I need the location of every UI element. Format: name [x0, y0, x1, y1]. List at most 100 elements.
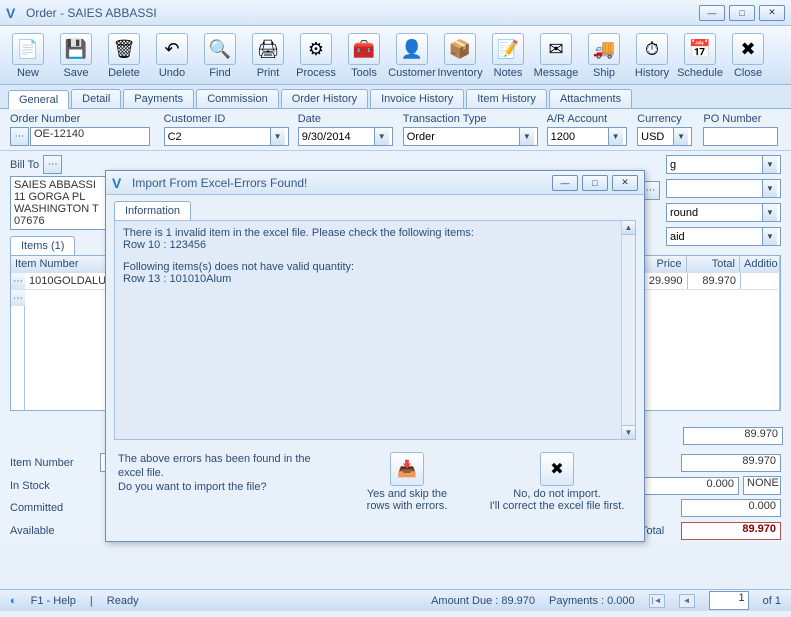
- schedule-button[interactable]: 📅Schedule: [676, 30, 724, 84]
- chevron-down-icon[interactable]: ▼: [608, 128, 623, 145]
- notes-button[interactable]: 📝Notes: [484, 30, 532, 84]
- page-input[interactable]: 1: [709, 591, 749, 610]
- dialog-close[interactable]: ✕: [612, 175, 638, 191]
- cell-item: 1010GOLDALU: [25, 273, 116, 289]
- customer-id-select[interactable]: C2▼: [164, 127, 289, 146]
- dialog-minimize[interactable]: —: [552, 175, 578, 191]
- dialog-tab-information[interactable]: Information: [114, 201, 191, 220]
- help-hint: F1 - Help: [31, 595, 76, 607]
- summary-c: 0.000: [681, 499, 781, 517]
- chevron-down-icon[interactable]: ▼: [519, 128, 534, 145]
- delete-button[interactable]: 🗑Delete: [100, 30, 148, 84]
- currency-select[interactable]: USD▼: [637, 127, 692, 146]
- notes-icon: 📝: [492, 33, 524, 65]
- col-total[interactable]: Total: [687, 256, 740, 272]
- message-icon: ✉: [540, 33, 572, 65]
- dialog-foot-msg2: Do you want to import the file?: [118, 480, 332, 494]
- partial-select-3[interactable]: round▼: [666, 203, 781, 222]
- dialog-body: There is 1 invalid item in the excel fil…: [114, 220, 636, 440]
- message-button[interactable]: ✉Message: [532, 30, 580, 84]
- chevron-down-icon[interactable]: ▼: [374, 128, 389, 145]
- page-prev[interactable]: ◄: [679, 594, 695, 608]
- partial-select-4[interactable]: aid▼: [666, 227, 781, 246]
- app-icon: V: [112, 175, 128, 191]
- print-icon: 🖨: [252, 33, 284, 65]
- dialog-foot-msg1: The above errors has been found in the e…: [118, 452, 332, 480]
- tab-invoice-history[interactable]: Invoice History: [370, 89, 464, 108]
- close-button[interactable]: ✕: [759, 5, 785, 21]
- page-of: of 1: [763, 595, 781, 607]
- items-tab[interactable]: Items (1): [10, 236, 75, 255]
- partial-select-2[interactable]: ▼: [666, 179, 781, 198]
- trans-type-label: Transaction Type: [403, 113, 539, 125]
- import-no-button[interactable]: ✖ No, do not import. I'll correct the ex…: [482, 452, 632, 512]
- tab-order-history[interactable]: Order History: [281, 89, 368, 108]
- undo-button[interactable]: ↶Undo: [148, 30, 196, 84]
- chevron-down-icon[interactable]: ▼: [762, 180, 777, 197]
- import-yes-icon: 📥: [390, 452, 424, 486]
- chevron-down-icon[interactable]: ▼: [673, 128, 688, 145]
- po-number-input[interactable]: [703, 127, 778, 146]
- order-number-lookup[interactable]: ⋯: [10, 127, 29, 146]
- available-label: Available: [10, 525, 100, 537]
- tab-attachments[interactable]: Attachments: [549, 89, 632, 108]
- close-button[interactable]: ✖Close: [724, 30, 772, 84]
- print-button[interactable]: 🖨Print: [244, 30, 292, 84]
- customer-id-label: Customer ID: [164, 113, 290, 125]
- find-icon: 🔍: [204, 33, 236, 65]
- trans-type-select[interactable]: Order▼: [403, 127, 538, 146]
- tab-commission[interactable]: Commission: [196, 89, 279, 108]
- committed-label: Committed: [10, 502, 100, 514]
- main-tabs: GeneralDetailPaymentsCommissionOrder His…: [0, 85, 791, 109]
- col-price[interactable]: Price: [638, 256, 687, 272]
- tab-payments[interactable]: Payments: [123, 89, 194, 108]
- new-button[interactable]: 📄New: [4, 30, 52, 84]
- maximize-button[interactable]: □: [729, 5, 755, 21]
- tools-button[interactable]: 🧰Tools: [340, 30, 388, 84]
- order-number-input[interactable]: OE-12140: [30, 127, 150, 146]
- scroll-down[interactable]: ▼: [622, 425, 635, 439]
- ship-icon: 🚚: [588, 33, 620, 65]
- dialog-maximize[interactable]: □: [582, 175, 608, 191]
- find-button[interactable]: 🔍Find: [196, 30, 244, 84]
- process-button[interactable]: ⚙Process: [292, 30, 340, 84]
- undo-icon: ↶: [156, 33, 188, 65]
- scroll-up[interactable]: ▲: [622, 221, 635, 235]
- tab-item-history[interactable]: Item History: [466, 89, 547, 108]
- dialog-scrollbar[interactable]: ▲ ▼: [621, 221, 635, 439]
- total-label: Total: [641, 525, 681, 537]
- save-button[interactable]: 💾Save: [52, 30, 100, 84]
- date-label: Date: [298, 113, 395, 125]
- customer-button[interactable]: 👤Customer: [388, 30, 436, 84]
- tab-detail[interactable]: Detail: [71, 89, 121, 108]
- minimize-button[interactable]: —: [699, 5, 725, 21]
- amount-due: Amount Due : 89.970: [431, 595, 535, 607]
- page-first[interactable]: |◄: [649, 594, 665, 608]
- process-icon: ⚙: [300, 33, 332, 65]
- bill-to-lookup[interactable]: ⋯: [43, 155, 62, 174]
- chevron-down-icon[interactable]: ▼: [762, 156, 777, 173]
- app-icon: V: [6, 5, 22, 21]
- bill-to-label: Bill To: [10, 159, 39, 171]
- summary-a: 89.970: [681, 454, 781, 472]
- import-yes-button[interactable]: 📥 Yes and skip the rows with errors.: [332, 452, 482, 512]
- po-number-label: PO Number: [703, 113, 781, 125]
- summary-b: 0.000: [639, 477, 739, 495]
- chevron-down-icon[interactable]: ▼: [762, 204, 777, 221]
- cell-price: 29.990: [639, 273, 688, 289]
- history-button[interactable]: ⏱History: [628, 30, 676, 84]
- chevron-down-icon[interactable]: ▼: [762, 228, 777, 245]
- tab-general[interactable]: General: [8, 90, 69, 109]
- row-lookup[interactable]: ⋯: [11, 273, 25, 289]
- col-additional[interactable]: Additio: [740, 256, 780, 272]
- partial-select-1[interactable]: g▼: [666, 155, 781, 174]
- ship-button[interactable]: 🚚Ship: [580, 30, 628, 84]
- ar-account-select[interactable]: 1200▼: [547, 127, 627, 146]
- col-item-number[interactable]: Item Number: [11, 256, 116, 272]
- summary-b-unit[interactable]: NONE: [743, 476, 781, 495]
- date-select[interactable]: 9/30/2014▼: [298, 127, 393, 146]
- row-lookup[interactable]: ⋯: [11, 290, 25, 306]
- inventory-button[interactable]: 📦Inventory: [436, 30, 484, 84]
- chevron-down-icon[interactable]: ▼: [270, 128, 285, 145]
- delete-icon: 🗑: [108, 33, 140, 65]
